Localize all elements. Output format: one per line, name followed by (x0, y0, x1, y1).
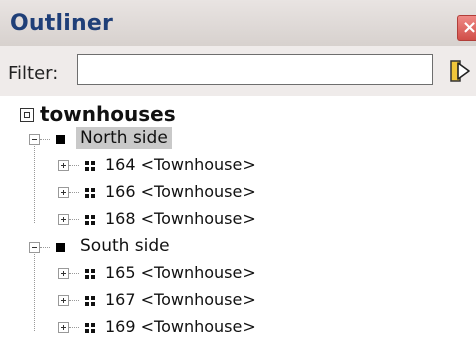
tree-connector (34, 254, 35, 331)
layer-root-icon (20, 108, 34, 122)
tree-connector (69, 165, 79, 166)
tree-item-label[interactable]: 169 <Townhouse> (105, 317, 256, 336)
tree-connector (40, 139, 50, 140)
component-icon (85, 323, 96, 333)
collapse-icon[interactable] (29, 242, 40, 253)
tree-connector (69, 300, 79, 301)
root-label: townhouses (40, 102, 176, 126)
tree-connector (34, 146, 35, 223)
component-icon (85, 215, 96, 225)
expand-icon[interactable] (58, 187, 69, 198)
tree-item-label[interactable]: 168 <Townhouse> (105, 209, 256, 228)
tree-item-label[interactable]: 167 <Townhouse> (105, 290, 256, 309)
component-icon (85, 188, 96, 198)
group-icon (56, 135, 65, 144)
component-icon (85, 296, 96, 306)
component-icon (85, 269, 96, 279)
panel-title: Outliner (10, 11, 113, 36)
expand-icon[interactable] (58, 268, 69, 279)
expand-icon[interactable] (58, 214, 69, 225)
filter-label: Filter: (8, 63, 59, 84)
tree-item-label[interactable]: 164 <Townhouse> (105, 155, 256, 174)
group-label[interactable]: North side (76, 127, 172, 149)
expand-icon[interactable] (58, 295, 69, 306)
tree-connector (69, 273, 79, 274)
tree-connector (69, 327, 79, 328)
outliner-tree: townhouses North side 164 <Townhouse> 166 … (0, 96, 476, 347)
group-icon (56, 243, 65, 252)
expand-icon[interactable] (58, 322, 69, 333)
tree-connector (40, 247, 50, 248)
tree-connector (69, 219, 79, 220)
apply-filter-arrow-icon[interactable] (448, 57, 472, 85)
filter-bar: Filter: (0, 46, 476, 97)
expand-icon[interactable] (58, 160, 69, 171)
close-icon: × (462, 17, 476, 38)
tree-item-label[interactable]: 165 <Townhouse> (105, 263, 256, 282)
title-bar: Outliner × (0, 0, 476, 47)
filter-input[interactable] (77, 54, 433, 85)
collapse-icon[interactable] (29, 134, 40, 145)
component-icon (85, 161, 96, 171)
tree-item-label[interactable]: 166 <Townhouse> (105, 182, 256, 201)
outliner-window: Outliner × Filter: townhouses North side… (0, 0, 476, 347)
group-label[interactable]: South side (76, 235, 174, 257)
tree-connector (69, 192, 79, 193)
close-button[interactable]: × (457, 15, 476, 41)
